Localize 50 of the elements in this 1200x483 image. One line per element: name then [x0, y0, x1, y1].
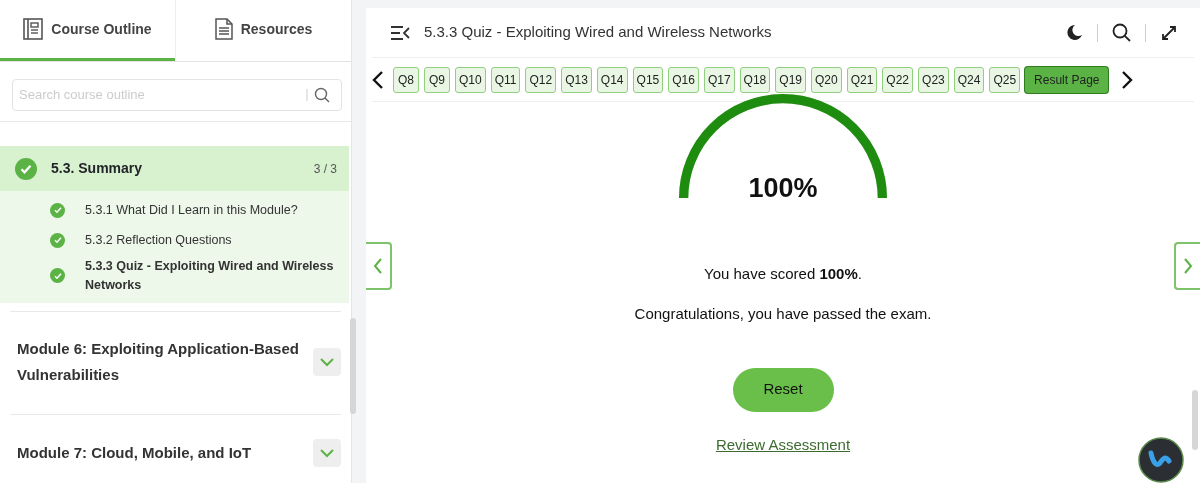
question-tab[interactable]: Q18 [739, 66, 771, 93]
question-tab[interactable]: Q12 [525, 66, 557, 93]
question-tab[interactable]: Q24 [953, 66, 985, 93]
notebook-icon [23, 18, 44, 40]
page-title: 5.3.3 Quiz - Exploiting Wired and Wireless Networks [424, 22, 773, 43]
document-icon [214, 18, 233, 40]
question-tab[interactable]: Q23 [918, 66, 949, 93]
result-page-tab[interactable]: Result Page [1025, 66, 1109, 93]
next-button[interactable] [1121, 69, 1134, 90]
question-tab[interactable]: Q17 [703, 66, 735, 93]
chevron-right-icon [1121, 69, 1134, 90]
question-tab[interactable]: Q25 [989, 66, 1021, 93]
question-tab[interactable]: Q10 [455, 66, 486, 93]
section-row[interactable]: 5.3. Summary 3 / 3 [0, 146, 349, 191]
score-text: You have scored 100%. [704, 263, 862, 284]
question-tab[interactable]: Q22 [882, 66, 914, 93]
scrollbar-thumb[interactable] [1192, 390, 1198, 450]
question-tab[interactable]: Q16 [668, 66, 699, 93]
lesson-link[interactable]: 5.3.1 What Did I Learn in this Module? [85, 200, 298, 220]
moon-icon[interactable] [1066, 24, 1083, 41]
chevron-down-icon [319, 356, 335, 367]
chevron-down-icon [319, 447, 335, 458]
question-tab[interactable]: Q14 [596, 66, 628, 93]
menu-icon[interactable] [390, 25, 410, 40]
question-tab[interactable]: Q13 [561, 66, 592, 93]
question-tab[interactable]: Q15 [632, 66, 664, 93]
question-tab[interactable]: Q20 [811, 66, 842, 93]
chevron-left-icon [373, 257, 383, 275]
chevron-left-icon [372, 69, 384, 90]
lesson-link[interactable]: 5.3.2 Reflection Questions [85, 230, 232, 250]
reset-button[interactable]: Reset [732, 367, 834, 412]
review-link[interactable]: Review Assessment [715, 433, 851, 456]
chat-bubble-icon[interactable] [1138, 437, 1184, 483]
fullscreen-icon[interactable] [1160, 23, 1178, 42]
pass-message: Congratulations, you have passed the exam. [634, 304, 932, 324]
question-tab[interactable]: Q11 [490, 66, 521, 93]
question-tab[interactable]: Q9 [424, 66, 450, 93]
scrollbar-thumb[interactable] [350, 318, 356, 414]
score-percent: 100% [748, 172, 818, 205]
module-title[interactable]: Module 6: Exploiting Application-Based Vulnerabilities [17, 335, 303, 388]
search-icon[interactable] [1112, 23, 1131, 42]
progress-count: 3 / 3 [313, 160, 337, 178]
lesson-link[interactable]: 5.3.3 Quiz - Exploiting Wired and Wireless Networks [85, 257, 337, 295]
previous-button[interactable] [372, 69, 384, 90]
section-title: 5.3. Summary [51, 159, 144, 178]
chevron-right-icon [1183, 257, 1193, 275]
module-title[interactable]: Module 7: Cloud, Mobile, and IoT [17, 439, 303, 466]
question-tab[interactable]: Q8 [393, 66, 419, 93]
question-tab[interactable]: Q19 [775, 66, 806, 93]
question-tab[interactable]: Q21 [846, 66, 878, 93]
